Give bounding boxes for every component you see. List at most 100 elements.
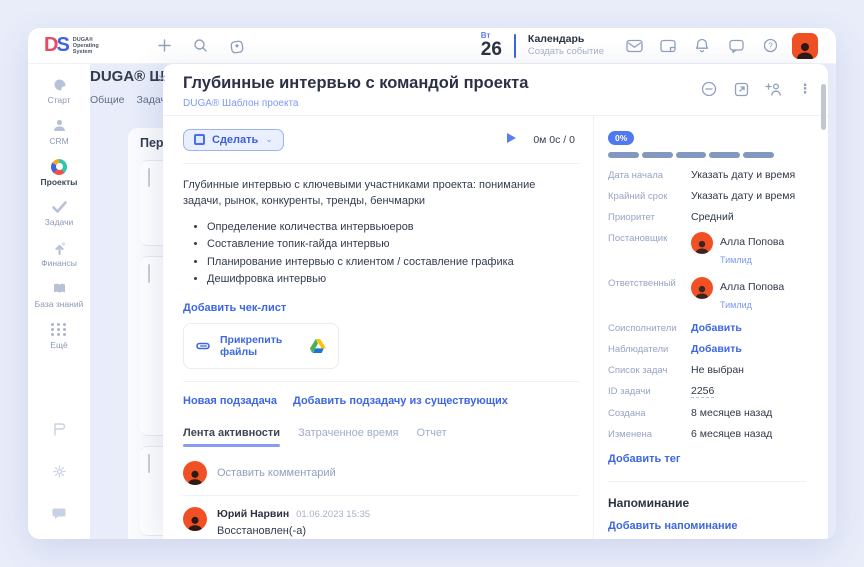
status-checkbox-icon bbox=[194, 134, 205, 145]
divider bbox=[608, 481, 806, 482]
projects-icon bbox=[50, 158, 68, 176]
sidebar-item-projects[interactable]: Проекты bbox=[30, 158, 88, 188]
background-page-tabs: Общие Задачи bbox=[90, 94, 172, 106]
user-avatar[interactable] bbox=[792, 33, 818, 59]
start-icon bbox=[50, 76, 68, 94]
tab-obshchie[interactable]: Общие bbox=[90, 94, 125, 106]
bullet-item: Определение количества интервьюеров bbox=[207, 219, 579, 236]
sidebar-item-more[interactable]: Ещё bbox=[30, 321, 88, 351]
created-value: 8 месяцев назад bbox=[691, 407, 772, 419]
mail-icon[interactable] bbox=[622, 34, 646, 58]
bullet-item: Дешифровка интервью bbox=[207, 271, 579, 288]
sidebar-item-finance[interactable]: Финансы bbox=[30, 239, 88, 269]
chat-icon[interactable] bbox=[724, 34, 748, 58]
modified-value: 6 месяцев назад bbox=[691, 428, 772, 440]
task-id-value[interactable]: 2256 bbox=[691, 385, 714, 398]
search-icon[interactable] bbox=[189, 34, 213, 58]
progress-badge: 0% bbox=[608, 131, 634, 145]
duga-logo[interactable]: D​S DUGA® Operating System bbox=[44, 34, 99, 57]
scrollbar-thumb[interactable] bbox=[821, 84, 826, 130]
field-created: Создана 8 месяцев назад bbox=[608, 407, 806, 419]
sidebar-item-knowledge-base[interactable]: База знаний bbox=[30, 280, 88, 310]
task-list-value[interactable]: Не выбран bbox=[691, 364, 744, 376]
crm-icon bbox=[50, 117, 68, 135]
add-existing-subtask-link[interactable]: Добавить подзадачу из существующих bbox=[293, 395, 508, 407]
left-sidebar: Старт CRM Проекты Задачи Финансы bbox=[28, 64, 90, 539]
calendar-shortcut[interactable]: Календарь Создать событие bbox=[528, 33, 604, 58]
add-tag-link[interactable]: Добавить тег bbox=[608, 453, 680, 465]
checkbox-icon[interactable] bbox=[148, 264, 150, 283]
task-checklist-text: Определение количества интервьюеров Сост… bbox=[207, 219, 579, 289]
close-icon[interactable]: × bbox=[158, 70, 166, 86]
sidebar-item-tasks[interactable]: Задачи bbox=[30, 198, 88, 228]
task-description: Глубинные интервью с ключевыми участника… bbox=[183, 178, 575, 210]
activity-entry: Юрий Нарвин 01.06.2023 15:35 Восстановле… bbox=[183, 496, 579, 539]
activity-tabs: Лента активности Затраченное время Отчет bbox=[183, 427, 579, 447]
creator-person[interactable]: Алла Попова Тимлид bbox=[691, 232, 784, 268]
add-icon[interactable] bbox=[153, 34, 177, 58]
sidebar-item-start[interactable]: Старт bbox=[30, 76, 88, 106]
tab-time-spent[interactable]: Затраченное время bbox=[298, 427, 398, 447]
finance-icon bbox=[50, 239, 68, 257]
elapsed-time: 0м 0с / 0 bbox=[533, 134, 575, 146]
sidebar-item-crm[interactable]: CRM bbox=[30, 117, 88, 147]
activity-text: Восстановлен(-а) bbox=[217, 524, 370, 539]
paperclip-icon bbox=[196, 339, 212, 353]
checkbox-icon[interactable] bbox=[148, 168, 150, 187]
field-co-executors: Соисполнители Добавить bbox=[608, 322, 806, 334]
new-subtask-link[interactable]: Новая подзадача bbox=[183, 395, 277, 407]
bullet-item: Составление топик-гайда интервью bbox=[207, 236, 579, 253]
copilot-icon[interactable] bbox=[225, 34, 249, 58]
logo-mark: D​S bbox=[44, 34, 68, 57]
comment-input[interactable]: Оставить комментарий bbox=[183, 461, 579, 485]
field-creator: Постановщик Алла Попова Тимлид bbox=[608, 232, 806, 268]
settings-icon[interactable] bbox=[47, 459, 71, 483]
help-icon[interactable]: ? bbox=[758, 34, 782, 58]
add-person-icon[interactable] bbox=[764, 80, 782, 98]
knowledge-base-icon bbox=[50, 280, 68, 298]
add-observer-link[interactable]: Добавить bbox=[691, 343, 742, 355]
task-modal: Глубинные интервью с командой проекта DU… bbox=[163, 64, 828, 539]
kebab-menu-icon[interactable]: ⋮ bbox=[796, 80, 814, 98]
logo-text: DUGA® Operating System bbox=[73, 37, 99, 55]
flag-icon[interactable] bbox=[47, 417, 71, 441]
field-task-list: Список задач Не выбран bbox=[608, 364, 806, 376]
progress-bar[interactable] bbox=[608, 152, 774, 158]
activity-author[interactable]: Юрий Нарвин bbox=[217, 508, 289, 520]
task-main-column: Сделать ⌄ 0м 0с / 0 Глубинные интервью с… bbox=[163, 116, 593, 539]
add-checklist-link[interactable]: Добавить чек-лист bbox=[183, 302, 579, 314]
feedback-icon[interactable] bbox=[47, 501, 71, 525]
copy-link-icon[interactable] bbox=[700, 80, 718, 98]
add-reminder-link[interactable]: Добавить напоминание bbox=[608, 520, 738, 532]
divider bbox=[183, 163, 579, 164]
task-project-link[interactable]: DUGA® Шаблон проекта bbox=[183, 98, 700, 109]
topbar-date[interactable]: Вт 26 bbox=[481, 32, 502, 59]
priority-value[interactable]: Средний bbox=[691, 211, 734, 223]
field-observers: Наблюдатели Добавить bbox=[608, 343, 806, 355]
status-button[interactable]: Сделать ⌄ bbox=[183, 129, 284, 151]
field-start-date: Дата начала Указать дату и время bbox=[608, 169, 806, 181]
start-date-value[interactable]: Указать дату и время bbox=[691, 169, 795, 181]
field-assignee: Ответственный Алла Попова Тимлид bbox=[608, 277, 806, 313]
avatar bbox=[691, 232, 713, 254]
field-deadline: Крайний срок Указать дату и время bbox=[608, 190, 806, 202]
start-timer-icon[interactable] bbox=[506, 131, 517, 149]
google-drive-icon[interactable] bbox=[310, 339, 326, 353]
bell-icon[interactable] bbox=[690, 34, 714, 58]
open-in-new-icon[interactable] bbox=[732, 80, 750, 98]
avatar bbox=[691, 277, 713, 299]
checkbox-icon[interactable] bbox=[148, 454, 150, 473]
notes-icon[interactable] bbox=[656, 34, 680, 58]
tab-report[interactable]: Отчет bbox=[417, 427, 447, 447]
deadline-value[interactable]: Указать дату и время bbox=[691, 190, 795, 202]
assignee-person[interactable]: Алла Попова Тимлид bbox=[691, 277, 784, 313]
field-task-id: ID задачи 2256 bbox=[608, 385, 806, 398]
comment-placeholder: Оставить комментарий bbox=[217, 467, 336, 479]
add-co-executor-link[interactable]: Добавить bbox=[691, 322, 742, 334]
tab-activity-feed[interactable]: Лента активности bbox=[183, 427, 280, 447]
attach-files-button[interactable]: Прикрепить файлы bbox=[183, 323, 339, 369]
app-window: DUGA® Ша × Общие Задачи Пер D​S DUGA® Op… bbox=[28, 28, 836, 539]
activity-timestamp: 01.06.2023 15:35 bbox=[296, 509, 370, 520]
field-priority: Приоритет Средний bbox=[608, 211, 806, 223]
avatar bbox=[183, 461, 207, 485]
